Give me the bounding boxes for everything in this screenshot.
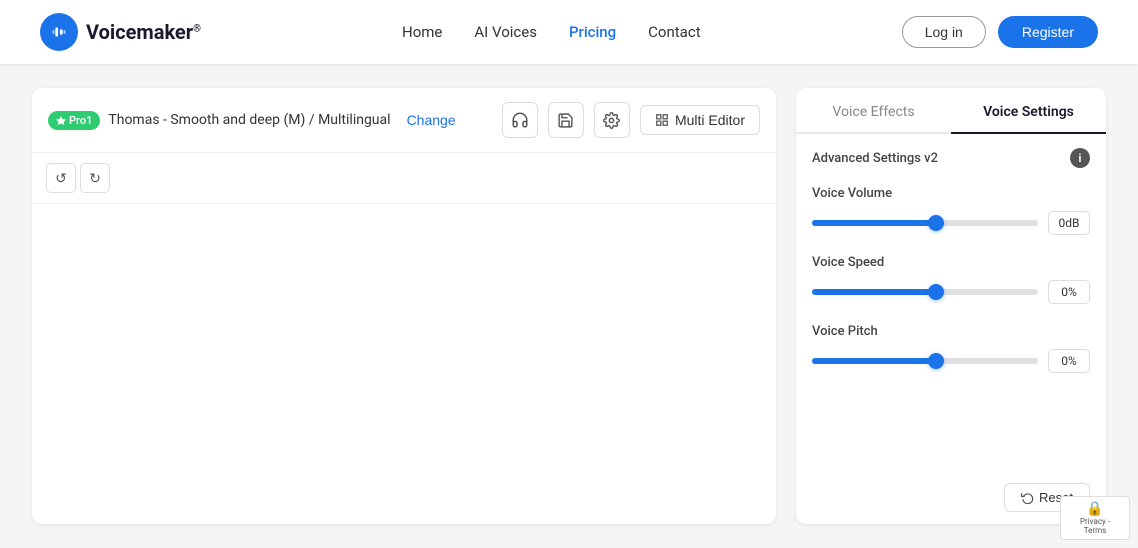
- editor-toolbar: Pro1 Thomas - Smooth and deep (M) / Mult…: [32, 88, 776, 153]
- voice-volume-group: Voice Volume 0dB: [812, 186, 1090, 235]
- text-editor-area[interactable]: [32, 204, 776, 524]
- tab-voice-effects[interactable]: Voice Effects: [796, 88, 951, 134]
- recaptcha-badge: 🔒 Privacy - Terms: [1060, 496, 1130, 540]
- editor-panel: Pro1 Thomas - Smooth and deep (M) / Mult…: [32, 88, 776, 524]
- recaptcha-logo: 🔒: [1086, 501, 1103, 517]
- save-button[interactable]: [548, 102, 584, 138]
- main-content: Pro1 Thomas - Smooth and deep (M) / Mult…: [0, 64, 1138, 548]
- voice-speed-label: Voice Speed: [812, 255, 1090, 270]
- nav-contact[interactable]: Contact: [648, 23, 700, 41]
- nav-ai-voices[interactable]: AI Voices: [474, 23, 537, 41]
- recaptcha-text: Privacy - Terms: [1069, 517, 1121, 535]
- voice-volume-value: 0dB: [1048, 211, 1090, 235]
- logo-area: Voicemaker®: [40, 13, 201, 51]
- pro-badge: Pro1: [48, 111, 100, 130]
- voice-volume-label: Voice Volume: [812, 186, 1090, 201]
- voice-name: Thomas - Smooth and deep (M) / Multiling…: [108, 112, 390, 128]
- header: Voicemaker® Home AI Voices Pricing Conta…: [0, 0, 1138, 64]
- voice-speed-value: 0%: [1048, 280, 1090, 304]
- voice-pitch-value: 0%: [1048, 349, 1090, 373]
- voice-pitch-slider-row: 0%: [812, 349, 1090, 373]
- voice-settings-content: Advanced Settings v2 i Voice Volume 0dB …: [796, 134, 1106, 479]
- voice-speed-track[interactable]: [812, 289, 1038, 295]
- voice-pitch-track[interactable]: [812, 358, 1038, 364]
- advanced-settings-label: Advanced Settings v2: [812, 151, 938, 166]
- undo-redo-bar: ↺ ↻: [32, 153, 776, 204]
- headphones-button[interactable]: [502, 102, 538, 138]
- nav-home[interactable]: Home: [402, 23, 442, 41]
- panel-tabs: Voice Effects Voice Settings: [796, 88, 1106, 134]
- toolbar-icons: Multi Editor: [502, 102, 760, 138]
- logo-icon: [40, 13, 78, 51]
- voice-speed-slider-row: 0%: [812, 280, 1090, 304]
- header-actions: Log in Register: [902, 16, 1098, 48]
- tab-voice-settings[interactable]: Voice Settings: [951, 88, 1106, 134]
- undo-button[interactable]: ↺: [46, 163, 76, 193]
- login-button[interactable]: Log in: [902, 16, 986, 48]
- register-button[interactable]: Register: [998, 16, 1098, 48]
- multi-editor-button[interactable]: Multi Editor: [640, 105, 760, 135]
- voice-pitch-label: Voice Pitch: [812, 324, 1090, 339]
- redo-button[interactable]: ↻: [80, 163, 110, 193]
- change-voice-button[interactable]: Change: [407, 112, 456, 128]
- right-panel: Voice Effects Voice Settings Advanced Se…: [796, 88, 1106, 524]
- voice-volume-slider-row: 0dB: [812, 211, 1090, 235]
- settings-button[interactable]: [594, 102, 630, 138]
- voice-volume-track[interactable]: [812, 220, 1038, 226]
- toolbar-voice: Pro1 Thomas - Smooth and deep (M) / Mult…: [48, 111, 456, 130]
- advanced-settings-row: Advanced Settings v2 i: [812, 148, 1090, 168]
- voice-speed-group: Voice Speed 0%: [812, 255, 1090, 304]
- logo-text: Voicemaker®: [86, 20, 201, 44]
- main-nav: Home AI Voices Pricing Contact: [402, 23, 701, 41]
- info-icon[interactable]: i: [1070, 148, 1090, 168]
- nav-pricing[interactable]: Pricing: [569, 23, 616, 41]
- voice-pitch-group: Voice Pitch 0%: [812, 324, 1090, 373]
